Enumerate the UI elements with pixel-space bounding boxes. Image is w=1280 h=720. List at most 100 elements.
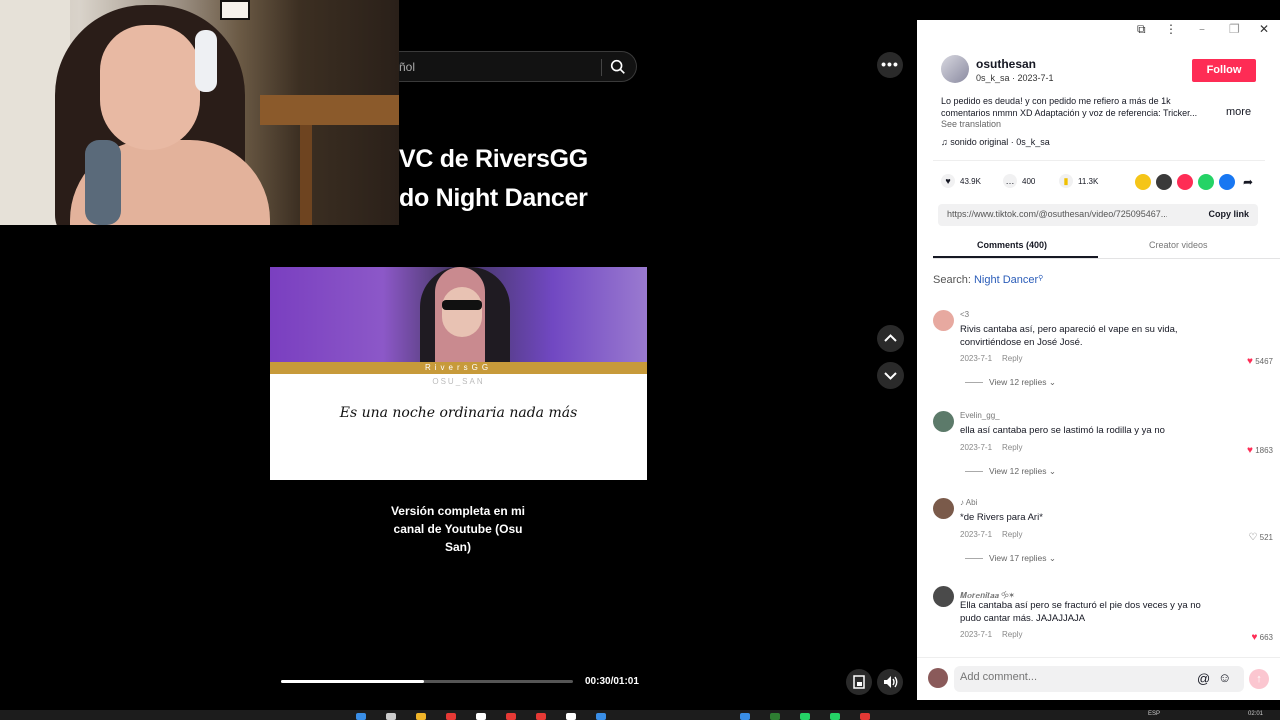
commenter-avatar[interactable] (933, 586, 954, 607)
clock[interactable]: 02:01 (1248, 711, 1263, 717)
whatsapp-icon[interactable] (1198, 174, 1214, 190)
comment-date: 2023-7-1 (960, 530, 993, 539)
start-icon[interactable] (356, 713, 366, 720)
kebab-menu-icon[interactable]: ⋮ (1165, 22, 1177, 36)
view-replies-button[interactable]: View 12 replies ⌄ (965, 377, 1056, 388)
view-replies-label: View 17 replies ⌄ (989, 553, 1056, 563)
view-replies-label: View 12 replies ⌄ (989, 377, 1056, 387)
comment-likes[interactable]: ♡ 521 (1248, 532, 1273, 543)
app-icon[interactable] (800, 713, 810, 720)
search-input[interactable]: ñol (399, 60, 415, 74)
app-icon[interactable] (536, 713, 546, 720)
comment-date: 2023-7-1 (960, 443, 993, 452)
commenter-name[interactable]: Evelin_gg_ (960, 411, 1000, 420)
heart-icon: ♥ (1247, 356, 1253, 367)
search-keyword-link[interactable]: Night Dancer (974, 274, 1038, 286)
comment-stat[interactable]: … 400 (1003, 174, 1035, 188)
minimize-icon[interactable]: – (1199, 22, 1205, 36)
divider (965, 382, 983, 384)
reply-button[interactable]: Reply (1002, 354, 1022, 363)
progress-fill (281, 680, 425, 683)
author-avatar[interactable] (941, 55, 969, 83)
reply-button[interactable]: Reply (1002, 630, 1022, 639)
streamer-face (442, 287, 482, 337)
app-icon[interactable] (770, 713, 780, 720)
heart-icon: ♥ (941, 174, 955, 188)
previous-video-button[interactable] (877, 325, 904, 352)
comment-meta: 2023-7-1 Reply (960, 443, 1022, 452)
reply-button[interactable]: Reply (1002, 530, 1022, 539)
view-replies-button[interactable]: View 12 replies ⌄ (965, 466, 1056, 477)
lyric-text: Es una noche ordinaria nada más (339, 405, 578, 421)
commenter-name[interactable]: ♪ Abi (960, 498, 977, 507)
comment-likes[interactable]: ♥ 663 (1251, 632, 1273, 643)
app-icon[interactable] (476, 713, 486, 720)
see-translation-link[interactable]: See translation (941, 119, 1001, 129)
comment-likes[interactable]: ♥ 1863 (1247, 445, 1273, 456)
comment-input[interactable] (960, 671, 1190, 683)
more-options-button[interactable]: ••• (877, 52, 903, 78)
send-icon[interactable] (1177, 174, 1193, 190)
facebook-icon[interactable] (1219, 174, 1235, 190)
search-icon[interactable] (386, 713, 396, 720)
taskbar: ESP 02:01 (0, 710, 1280, 720)
mention-icon[interactable]: @ (1197, 671, 1210, 686)
repost-icon[interactable] (1135, 174, 1151, 190)
commenter-avatar[interactable] (933, 310, 954, 331)
app-icon[interactable] (566, 713, 576, 720)
progress-bar[interactable] (281, 680, 573, 683)
sunglasses (442, 300, 482, 310)
tab-bar: Comments (400) Creator videos (933, 237, 1280, 259)
copy-link-button[interactable]: Copy link (1208, 209, 1249, 219)
sound-link[interactable]: ♫ sonido original · 0s_k_sa (941, 137, 1050, 147)
follow-button[interactable]: Follow (1192, 59, 1256, 82)
close-icon[interactable]: ✕ (1259, 22, 1269, 36)
user-avatar[interactable] (928, 668, 948, 688)
next-video-button[interactable] (877, 362, 904, 389)
app-icon[interactable] (446, 713, 456, 720)
tab-creator-videos[interactable]: Creator videos (1149, 240, 1208, 250)
send-button[interactable]: ↑ (1249, 669, 1269, 689)
save-stat[interactable]: ▮ 11.3K (1059, 174, 1098, 188)
restore-icon[interactable]: ❐ (1229, 22, 1240, 36)
volume-button[interactable] (877, 669, 903, 695)
video-frame[interactable]: RiversGG OSU_SAN Es una noche ordinaria … (270, 267, 647, 480)
divider (933, 160, 1265, 161)
floating-player-button[interactable] (846, 669, 872, 695)
webcam-overlay (0, 0, 399, 225)
comment-count: 400 (1022, 176, 1036, 186)
more-link[interactable]: more (1226, 106, 1251, 118)
arrow-up-icon: ↑ (1256, 673, 1262, 685)
embed-icon[interactable] (1156, 174, 1172, 190)
app-icon[interactable] (830, 713, 840, 720)
commenter-avatar[interactable] (933, 498, 954, 519)
emoji-icon[interactable]: ☺ (1218, 670, 1231, 685)
app-icon[interactable] (506, 713, 516, 720)
heart-icon: ♥ (1247, 445, 1253, 456)
tab-comments[interactable]: Comments (400) (977, 240, 1047, 250)
extension-icon[interactable]: ⧉ (1137, 22, 1146, 37)
app-icon[interactable] (860, 713, 870, 720)
search-bar[interactable]: ñol (399, 51, 637, 82)
share-arrow-icon[interactable]: ➦ (1240, 174, 1256, 190)
language-indicator[interactable]: ESP (1148, 711, 1160, 717)
heart-outline-icon: ♡ (1248, 532, 1258, 543)
author-name[interactable]: osuthesan (976, 57, 1036, 71)
commenter-name[interactable]: <3 (960, 310, 969, 319)
reply-button[interactable]: Reply (1002, 443, 1022, 452)
comment-text: *de Rivers para Ari* (960, 512, 1043, 523)
comment-input-bar: @ ☺ ↑ (917, 657, 1280, 700)
comment-like-count: 663 (1259, 633, 1273, 642)
search-icon[interactable] (609, 58, 627, 76)
comment-input-box: @ ☺ (954, 666, 1244, 692)
view-replies-button[interactable]: View 17 replies ⌄ (965, 553, 1056, 564)
comment-like-count: 1863 (1255, 446, 1273, 455)
comment-likes[interactable]: ♥ 5467 (1247, 356, 1273, 367)
comment-like-count: 521 (1259, 533, 1273, 542)
commenter-avatar[interactable] (933, 411, 954, 432)
app-icon[interactable] (596, 713, 606, 720)
folder-icon[interactable] (416, 713, 426, 720)
comment-meta: 2023-7-1 Reply (960, 354, 1022, 363)
like-stat[interactable]: ♥ 43.9K (941, 174, 981, 188)
app-icon[interactable] (740, 713, 750, 720)
